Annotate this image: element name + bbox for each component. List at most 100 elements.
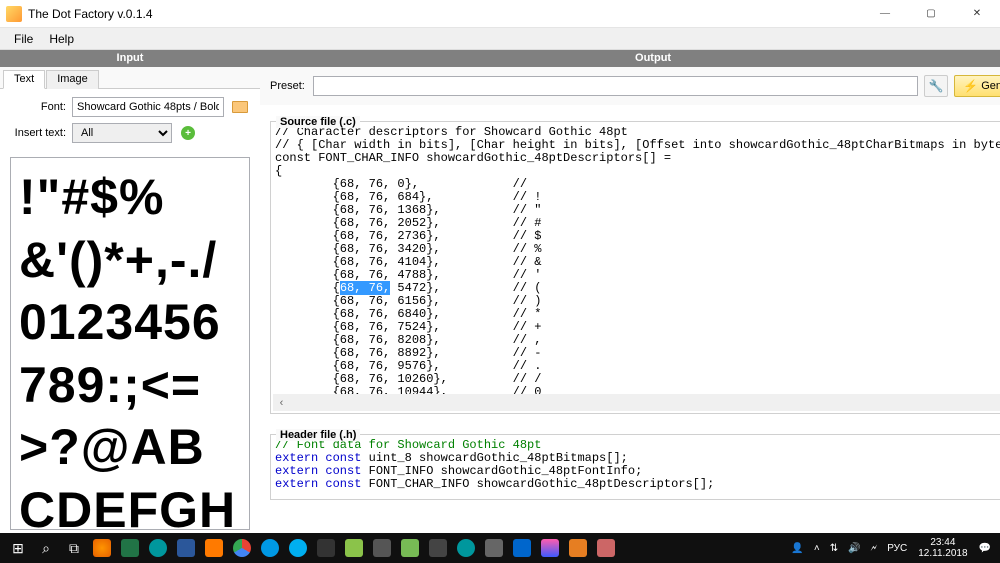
app-icon xyxy=(6,6,22,22)
code-row: {68, 76, 4788}, // ' xyxy=(275,268,541,282)
code-row: {68, 76, 8208}, // , xyxy=(275,333,541,347)
menu-help[interactable]: Help xyxy=(41,30,82,48)
font-input[interactable] xyxy=(72,97,224,117)
start-button[interactable]: ⊞ xyxy=(4,534,32,562)
taskbar-app[interactable] xyxy=(396,534,424,562)
insert-text-select[interactable]: All xyxy=(72,123,172,143)
code-row: {68, 76, 684}, // ! xyxy=(275,190,541,204)
output-panel-header: Output xyxy=(260,50,1000,67)
word-icon xyxy=(177,539,195,557)
taskbar-app[interactable] xyxy=(592,534,620,562)
code-row: {68, 76, 10944}, // 0 xyxy=(275,385,541,394)
minimize-button[interactable]: — xyxy=(862,0,908,28)
browse-font-button[interactable] xyxy=(230,97,250,117)
taskbar-app[interactable] xyxy=(480,534,508,562)
bolt-icon: ⚡ xyxy=(963,79,978,93)
font-label: Font: xyxy=(10,101,66,113)
title-bar: The Dot Factory v.0.1.4 — ▢ ✕ xyxy=(0,0,1000,28)
tray-people-icon[interactable]: 👤 xyxy=(786,543,808,554)
tray-notifications-icon[interactable]: 💬 xyxy=(974,543,996,554)
app-icon xyxy=(401,539,419,557)
app-icon xyxy=(597,539,615,557)
taskbar-app[interactable] xyxy=(508,534,536,562)
taskbar-app[interactable] xyxy=(88,534,116,562)
taskbar-app[interactable] xyxy=(424,534,452,562)
code-row: {68, 76, 2736}, // $ xyxy=(275,229,541,243)
code-row: {68, 76, 6156}, // ) xyxy=(275,294,541,308)
code-row: {68, 76, 7524}, // + xyxy=(275,320,541,334)
taskbar-app[interactable] xyxy=(144,534,172,562)
taskbar-app[interactable] xyxy=(536,534,564,562)
taskbar-app[interactable] xyxy=(228,534,256,562)
code-row: {68, 76, 10260}, // / xyxy=(275,372,541,386)
taskbar-app[interactable] xyxy=(172,534,200,562)
folder-icon xyxy=(232,101,248,113)
preset-label: Preset: xyxy=(270,80,305,92)
tray-battery-icon[interactable]: 🗲 xyxy=(866,543,883,554)
tray-language[interactable]: РУС xyxy=(882,543,912,554)
taskbar-app[interactable] xyxy=(312,534,340,562)
maximize-button[interactable]: ▢ xyxy=(908,0,954,28)
wrench-icon: 🔧 xyxy=(929,79,944,93)
source-hscrollbar[interactable]: ‹› xyxy=(273,394,1000,411)
app-icon xyxy=(569,539,587,557)
search-button[interactable]: ⌕ xyxy=(32,534,60,562)
header-group-label: Header file (.h) xyxy=(276,429,360,441)
plus-icon: + xyxy=(181,126,195,140)
menu-file[interactable]: File xyxy=(6,30,41,48)
excel-icon xyxy=(121,539,139,557)
arduino-icon xyxy=(149,539,167,557)
menu-bar: File Help xyxy=(0,28,1000,50)
chrome-icon xyxy=(233,539,251,557)
tab-text[interactable]: Text xyxy=(3,70,45,89)
app-icon xyxy=(205,539,223,557)
code-row: {68, 76, 8892}, // - xyxy=(275,346,541,360)
taskbar-app[interactable] xyxy=(368,534,396,562)
header-code-area[interactable]: // Font data for Showcard Gothic 48pt ex… xyxy=(273,437,1000,497)
settings-button[interactable]: 🔧 xyxy=(924,75,948,97)
system-tray: 👤 ˄ ⇅ 🔊 🗲 РУС 23:44 12.11.2018 💬 xyxy=(786,537,996,559)
skype-icon xyxy=(289,539,307,557)
tray-clock[interactable]: 23:44 12.11.2018 xyxy=(912,537,973,559)
tray-volume-icon[interactable]: 🔊 xyxy=(843,543,865,554)
code-row: {68, 76, 2052}, // # xyxy=(275,216,541,230)
tab-image[interactable]: Image xyxy=(46,70,99,89)
app-icon xyxy=(261,539,279,557)
tray-up-icon[interactable]: ˄ xyxy=(809,543,825,554)
code-row: {68, 76, 6840}, // * xyxy=(275,307,541,321)
preview-text: !"#$%&'()*+,-./0123456789:;<=>?@ABCDEFGH… xyxy=(19,166,241,530)
app-icon xyxy=(429,539,447,557)
arduino-icon xyxy=(457,539,475,557)
insert-text-label: Insert text: xyxy=(10,127,66,139)
code-row: {68, 76, 0}, // xyxy=(275,177,541,191)
task-view-button[interactable]: ⧉ xyxy=(60,534,88,562)
taskbar-app[interactable] xyxy=(284,534,312,562)
tray-network-icon[interactable]: ⇅ xyxy=(825,543,843,554)
taskbar-app[interactable] xyxy=(116,534,144,562)
app-icon xyxy=(513,539,531,557)
taskbar-app[interactable] xyxy=(452,534,480,562)
window-title: The Dot Factory v.0.1.4 xyxy=(28,7,862,21)
source-code-area[interactable]: // Character descriptors for Showcard Go… xyxy=(273,124,1000,394)
code-row: {68, 76, 3420}, // % xyxy=(275,242,541,256)
generate-button[interactable]: ⚡Generate xyxy=(954,75,1000,97)
preview-area[interactable]: !"#$%&'()*+,-./0123456789:;<=>?@ABCDEFGH… xyxy=(10,157,250,530)
app-icon xyxy=(485,539,503,557)
code-row: {68, 76, 1368}, // " xyxy=(275,203,541,217)
taskbar-app[interactable] xyxy=(256,534,284,562)
preset-select[interactable] xyxy=(313,76,918,96)
taskbar-app[interactable] xyxy=(340,534,368,562)
input-tabs: Text Image xyxy=(0,67,260,89)
taskbar-app[interactable] xyxy=(200,534,228,562)
app-icon xyxy=(373,539,391,557)
app-icon xyxy=(317,539,335,557)
close-button[interactable]: ✕ xyxy=(954,0,1000,28)
code-row: {68, 76, 4104}, // & xyxy=(275,255,541,269)
input-panel-header: Input xyxy=(0,50,260,67)
app-icon xyxy=(345,539,363,557)
code-row: {68, 76, 9576}, // . xyxy=(275,359,541,373)
taskbar-app[interactable] xyxy=(564,534,592,562)
source-group-label: Source file (.c) xyxy=(276,116,360,128)
insert-add-button[interactable]: + xyxy=(178,123,198,143)
app-icon xyxy=(541,539,559,557)
